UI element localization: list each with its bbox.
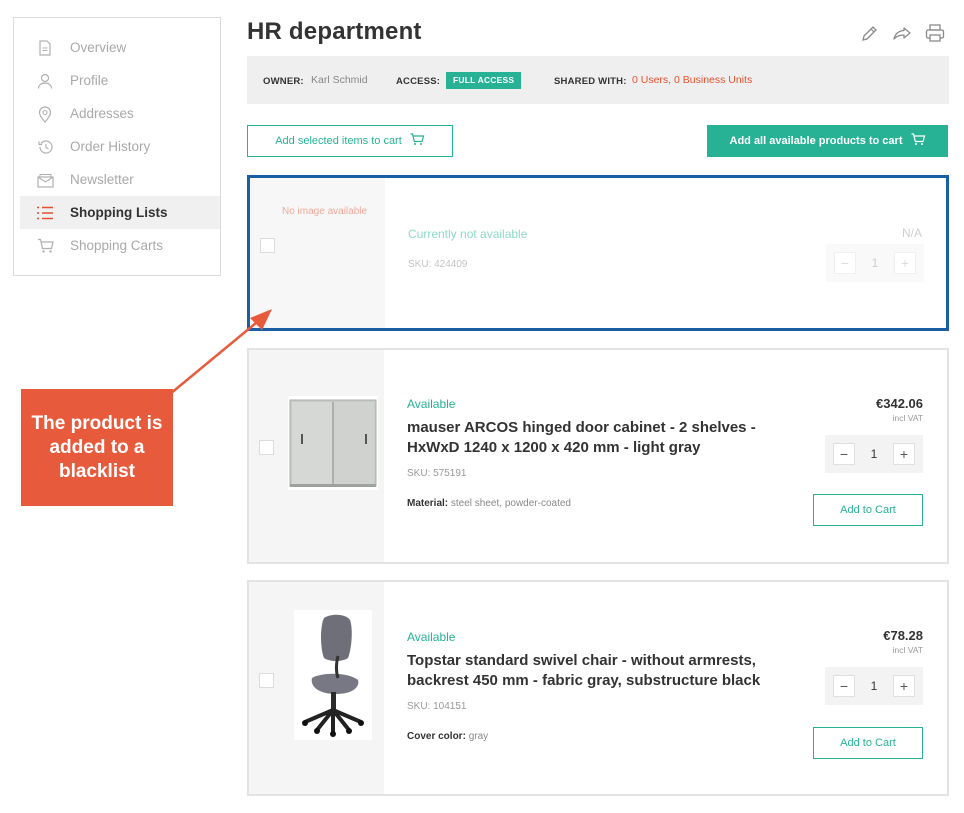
history-icon [36,138,54,156]
cart-icon [911,133,926,149]
product-card-unavailable: No image available Currently not availab… [247,175,949,331]
cart-icon [36,237,54,255]
add-to-cart-button[interactable]: Add to Cart [813,727,923,759]
product-card: Available Topstar standard swivel chair … [247,580,949,796]
sidebar-item-overview[interactable]: Overview [20,31,220,64]
availability-status: Available [407,397,456,411]
product-checkbox[interactable] [259,440,274,455]
quantity-stepper: − 1 + [826,244,924,282]
availability-status: Currently not available [408,227,528,241]
envelope-icon [36,171,54,189]
owner-label: OWNER: [263,76,304,87]
product-image-cabinet[interactable] [288,396,378,490]
account-sidebar: Overview Profile Addresses Order History… [13,17,221,276]
list-icon [36,204,54,222]
add-to-cart-button[interactable]: Add to Cart [813,494,923,526]
product-checkbox[interactable] [259,673,274,688]
list-info-bar: OWNER: Karl Schmid ACCESS: FULL ACCESS S… [247,56,949,104]
increase-quantity-button[interactable]: + [893,443,915,465]
quantity-stepper: − 1 + [825,435,923,473]
cart-icon [410,133,425,149]
attribute-value: gray [468,731,489,742]
product-name[interactable]: Topstar standard swivel chair - without … [407,651,787,691]
product-attribute: Cover color: gray [407,731,488,742]
sidebar-item-label: Newsletter [70,172,134,187]
document-icon [36,39,54,57]
quantity-value[interactable]: 1 [872,256,879,270]
vat-note: incl VAT [892,413,923,423]
add-selected-label: Add selected items to cart [275,135,402,147]
attribute-label: Material: [407,498,449,509]
vat-note: incl VAT [892,645,923,655]
print-icon[interactable] [924,22,946,44]
shared-label: SHARED WITH: [554,76,627,87]
quantity-stepper: − 1 + [825,667,923,705]
add-all-label: Add all available products to cart [729,135,903,147]
product-image-area [249,350,384,562]
product-price: N/A [901,226,922,240]
product-sku: SKU: 575191 [407,468,467,479]
sidebar-item-newsletter[interactable]: Newsletter [20,163,220,196]
product-price: €342.06 [876,396,923,411]
product-sku: SKU: 424409 [408,259,468,270]
annotation-callout: The product is added to a blacklist [21,389,173,506]
no-image-text: No image available [282,206,368,217]
sidebar-item-shopping-carts[interactable]: Shopping Carts [20,229,220,262]
owner-value: Karl Schmid [311,74,368,86]
sidebar-item-shopping-lists[interactable]: Shopping Lists [20,196,220,229]
product-price: €78.28 [883,628,923,643]
sidebar-item-label: Addresses [70,106,134,121]
sidebar-item-order-history[interactable]: Order History [20,130,220,163]
access-label: ACCESS: [396,76,441,87]
sidebar-item-label: Shopping Lists [70,205,168,220]
add-selected-to-cart-button[interactable]: Add selected items to cart [247,125,453,157]
edit-icon[interactable] [858,22,880,44]
availability-status: Available [407,630,456,644]
quantity-value[interactable]: 1 [871,679,878,693]
sidebar-item-label: Profile [70,73,109,88]
product-image-chair[interactable] [294,610,372,740]
product-name[interactable]: mauser ARCOS hinged door cabinet - 2 she… [407,418,787,458]
product-card: Available mauser ARCOS hinged door cabin… [247,348,949,564]
user-icon [36,72,54,90]
sidebar-item-addresses[interactable]: Addresses [20,97,220,130]
shared-value[interactable]: 0 Users, 0 Business Units [632,74,752,86]
sidebar-item-label: Order History [70,139,151,154]
decrease-quantity-button[interactable]: − [833,675,855,697]
decrease-quantity-button[interactable]: − [834,252,856,274]
product-image-area: No image available [250,178,385,328]
increase-quantity-button[interactable]: + [894,252,916,274]
product-attribute: Material: steel sheet, powder-coated [407,498,571,509]
sidebar-item-profile[interactable]: Profile [20,64,220,97]
quantity-value[interactable]: 1 [871,447,878,461]
product-sku: SKU: 104151 [407,701,467,712]
add-all-to-cart-button[interactable]: Add all available products to cart [707,125,948,157]
share-icon[interactable] [891,22,913,44]
attribute-label: Cover color: [407,731,466,742]
sidebar-item-label: Shopping Carts [70,238,164,253]
location-pin-icon [36,105,54,123]
increase-quantity-button[interactable]: + [893,675,915,697]
access-badge: FULL ACCESS [446,72,522,89]
product-image-area [249,582,384,794]
page-title: HR department [247,18,422,45]
product-checkbox[interactable] [260,238,275,253]
attribute-value: steel sheet, powder-coated [450,498,571,509]
decrease-quantity-button[interactable]: − [833,443,855,465]
sidebar-item-label: Overview [70,40,127,55]
